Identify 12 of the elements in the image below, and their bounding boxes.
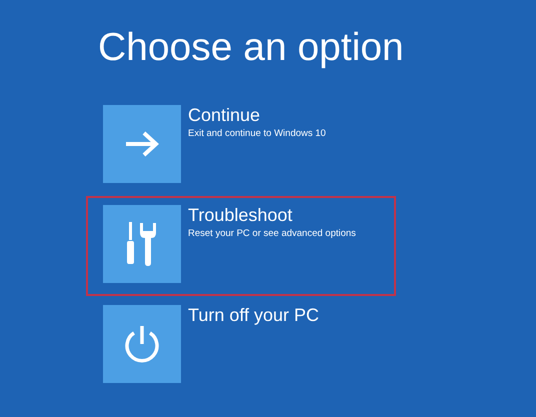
- option-button[interactable]: Continue Exit and continue to Windows 10: [86, 96, 396, 196]
- option-description: Exit and continue to Windows 10: [188, 127, 326, 141]
- power-icon: [123, 324, 161, 364]
- page-title: Choose an option: [98, 26, 404, 70]
- arrow-icon: [124, 130, 160, 158]
- option-label: Turn off your PC: [188, 305, 320, 325]
- option-label: Continue: [188, 105, 260, 125]
- tools-icon: [126, 221, 158, 267]
- option-button[interactable]: Turn off your PC: [86, 296, 396, 396]
- option-button[interactable]: Troubleshoot Reset your PC or see advanced options: [86, 196, 396, 296]
- option-description: Reset your PC or see advanced options: [188, 227, 356, 241]
- option-label: Troubleshoot: [188, 205, 292, 225]
